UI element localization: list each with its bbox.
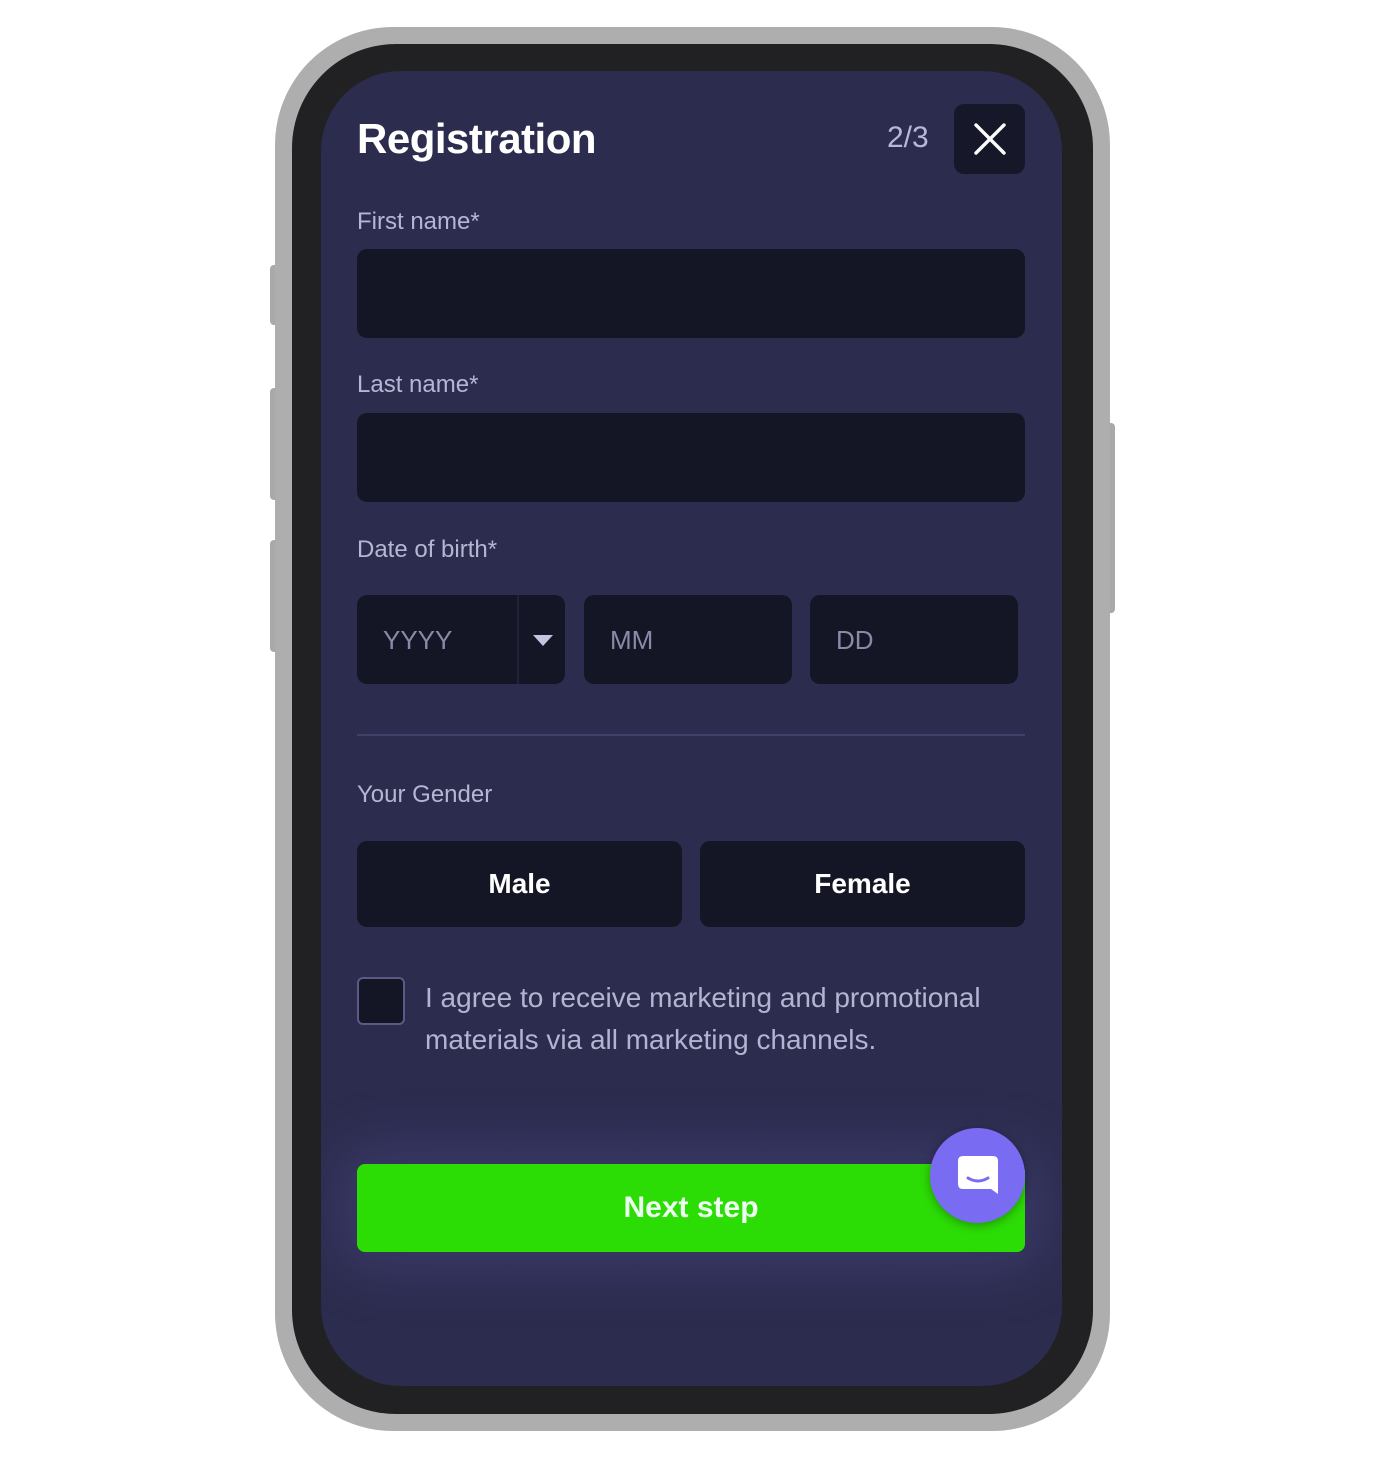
section-divider (357, 734, 1025, 736)
marketing-consent-checkbox[interactable] (357, 977, 405, 1025)
step-indicator: 2/3 (887, 121, 929, 154)
close-button[interactable] (954, 104, 1025, 174)
last-name-input[interactable] (357, 413, 1025, 502)
next-step-button[interactable]: Next step (357, 1164, 1025, 1252)
last-name-label: Last name* (357, 371, 479, 398)
first-name-input[interactable] (357, 249, 1025, 338)
chat-button[interactable] (930, 1128, 1025, 1223)
select-divider (517, 595, 519, 684)
chevron-down-icon (533, 635, 553, 646)
page-title: Registration (357, 115, 597, 162)
birth-day-placeholder: DD (836, 625, 874, 655)
birth-day-input[interactable]: DD (810, 595, 1018, 684)
first-name-label: First name* (357, 208, 480, 235)
registration-screen: Registration 2/3 First name* Last name* … (321, 71, 1062, 1386)
marketing-consent-text: I agree to receive marketing and promoti… (425, 982, 981, 1055)
close-icon (973, 123, 1006, 155)
chat-icon (957, 1155, 998, 1194)
gender-female-button[interactable]: Female (700, 841, 1025, 927)
phone-mockup: Registration 2/3 First name* Last name* … (0, 0, 1386, 1458)
birth-month-placeholder: MM (610, 625, 654, 655)
birth-year-placeholder: YYYY (383, 625, 453, 655)
birth-year-select[interactable]: YYYY (357, 595, 565, 684)
birth-month-input[interactable]: MM (584, 595, 792, 684)
date-of-birth-label: Date of birth* (357, 536, 498, 563)
gender-male-button[interactable]: Male (357, 841, 682, 927)
gender-label: Your Gender (357, 781, 493, 808)
